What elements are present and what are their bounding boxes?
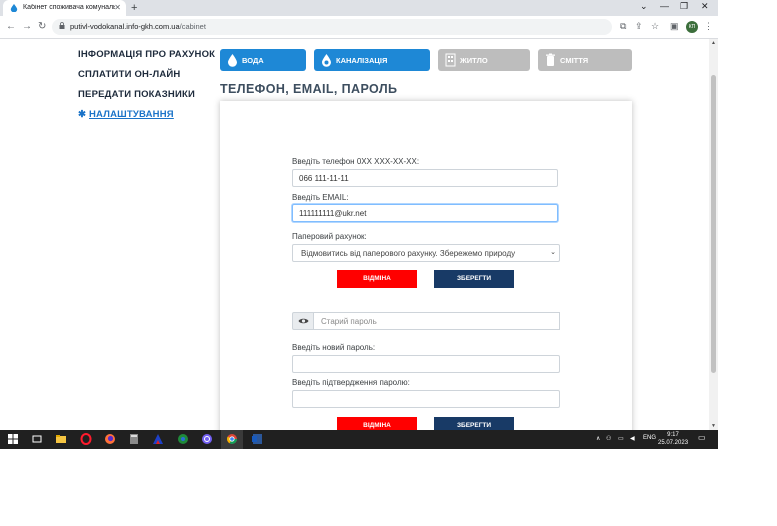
paper-bill-label: Паперовий рахунок: [292, 232, 367, 241]
email-input[interactable]: 111111111@ukr.net [292, 204, 558, 222]
service-housing-button[interactable]: ЖИТЛО [438, 49, 530, 71]
minimize-icon[interactable]: — [660, 1, 669, 11]
share-icon[interactable]: ⇪ [635, 21, 643, 32]
reload-icon[interactable]: ↻ [38, 21, 46, 32]
eye-icon [298, 318, 309, 324]
task-view-icon[interactable] [31, 433, 43, 445]
tab-search-icon[interactable]: ⌄ [640, 1, 648, 12]
file-explorer-icon[interactable] [55, 433, 67, 445]
scroll-down-icon[interactable]: ▼ [711, 423, 716, 429]
phone-input[interactable]: 066 111-11-11 [292, 169, 558, 187]
service-water-label: ВОДА [242, 56, 264, 65]
service-housing-label: ЖИТЛО [460, 56, 488, 65]
language-indicator[interactable]: ENG [643, 435, 656, 441]
sidebar-item-settings[interactable]: ✱ НАЛАШТУВАННЯ [78, 109, 215, 129]
scrollbar-thumb[interactable] [711, 75, 716, 373]
clock-date: 25.07.2023 [658, 440, 689, 446]
url-input[interactable]: putivl-vodokanal.info-gkh.com.ua/cabinet [52, 19, 612, 35]
sidebar-item-account-info[interactable]: ІНФОРМАЦІЯ ПРО РАХУНОК [78, 49, 215, 69]
globe-app-icon[interactable] [177, 433, 189, 445]
network-icon[interactable]: ▭ [618, 435, 624, 442]
url-domain: putivl-vodokanal.info-gkh.com.ua [70, 22, 180, 31]
paper-bill-select[interactable]: Відмовитись від паперового рахунку. Збер… [292, 244, 560, 262]
browser-tab-strip: Кабінет споживача комунальн ✕ + ⌄ — ❐ ✕ [0, 0, 718, 16]
water-drop-icon [228, 54, 237, 67]
chevron-down-icon: ⌄ [550, 249, 556, 256]
tab-title: Кабінет споживача комунальн [23, 4, 115, 11]
browser-tab[interactable]: Кабінет споживача комунальн ✕ [3, 0, 126, 16]
bookmark-star-icon[interactable]: ☆ [651, 21, 659, 32]
profile-avatar[interactable]: КП [686, 21, 698, 33]
confirm-password-input[interactable] [292, 390, 560, 408]
scroll-up-icon[interactable]: ▲ [711, 40, 716, 46]
new-tab-icon[interactable]: + [131, 2, 137, 14]
sidebar-item-pay-online[interactable]: СПЛАТИТИ ОН-ЛАЙН [78, 69, 215, 89]
page-viewport: ІНФОРМАЦІЯ ПРО РАХУНОК СПЛАТИТИ ОН-ЛАЙН … [0, 39, 709, 430]
taskbar-clock[interactable]: 9:17 25.07.2023 [658, 431, 688, 447]
side-panel-icon[interactable]: ▣ [670, 21, 679, 32]
service-waste-label: СМІТТЯ [560, 56, 589, 65]
service-waste-button[interactable]: СМІТТЯ [538, 49, 632, 71]
email-label: Введіть EMAIL: [292, 193, 349, 202]
url-path: /cabinet [179, 22, 206, 31]
clock-time: 9:17 [667, 432, 679, 438]
new-password-input[interactable] [292, 355, 560, 373]
settings-card: Введіть телефон 0XX XXX-XX-XX: 066 111-1… [220, 101, 632, 430]
maximize-icon[interactable]: ❐ [680, 1, 688, 12]
close-window-icon[interactable]: ✕ [701, 1, 709, 12]
viber-icon[interactable] [201, 433, 213, 445]
page-title: ТЕЛЕФОН, EMAIL, ПАРОЛЬ [220, 82, 398, 96]
app-ab-icon[interactable] [152, 433, 164, 445]
opera-icon[interactable] [80, 433, 92, 445]
page-scrollbar[interactable]: ▲ ▼ [709, 39, 718, 430]
volume-icon[interactable]: ◀ [630, 435, 635, 442]
service-water-button[interactable]: ВОДА [220, 49, 306, 71]
old-password-input[interactable]: Старий пароль [314, 312, 560, 330]
windows-taskbar: ∧ ⚇ ▭ ◀ ENG 9:17 25.07.2023 ▭ [0, 430, 718, 449]
notification-icon[interactable]: ▭ [698, 433, 706, 442]
phone-label: Введіть телефон 0XX XXX-XX-XX: [292, 157, 420, 166]
windows-start-icon[interactable] [8, 434, 18, 444]
sewage-icon [322, 54, 331, 67]
confirm-password-label: Введіть підтвердження паролю: [292, 378, 410, 387]
tray-overflow-icon[interactable]: ∧ [596, 435, 600, 442]
building-icon [445, 53, 456, 67]
password-save-button[interactable]: ЗБЕРЕГТИ [434, 417, 514, 430]
water-drop-favicon-icon [10, 4, 18, 12]
address-bar-row: ← → ↻ putivl-vodokanal.info-gkh.com.ua/c… [0, 16, 718, 39]
show-password-toggle[interactable] [292, 312, 314, 330]
browser-menu-icon[interactable]: ⋮ [704, 21, 713, 32]
trash-bin-icon [546, 53, 555, 66]
contact-cancel-button[interactable]: ВІДМІНА [337, 270, 417, 288]
back-icon[interactable]: ← [6, 21, 16, 32]
close-tab-icon[interactable]: ✕ [114, 3, 121, 12]
people-icon[interactable]: ⚇ [606, 435, 611, 442]
service-sewage-label: КАНАЛІЗАЦІЯ [336, 56, 388, 65]
word-icon[interactable] [251, 433, 263, 445]
new-password-label: Введіть новий пароль: [292, 343, 376, 352]
contact-save-button[interactable]: ЗБЕРЕГТИ [434, 270, 514, 288]
password-cancel-button[interactable]: ВІДМІНА [337, 417, 417, 430]
sidebar-item-settings-label: НАЛАШТУВАННЯ [89, 109, 174, 120]
service-sewage-button[interactable]: КАНАЛІЗАЦІЯ [314, 49, 430, 71]
gear-icon: ✱ [78, 109, 89, 120]
firefox-icon[interactable] [104, 433, 116, 445]
calculator-icon[interactable] [128, 433, 140, 445]
account-sidebar: ІНФОРМАЦІЯ ПРО РАХУНОК СПЛАТИТИ ОН-ЛАЙН … [78, 49, 215, 129]
lock-icon [59, 22, 65, 29]
paper-bill-selected-value: Відмовитись від паперового рахунку. Збер… [301, 249, 516, 258]
sidebar-item-submit-readings[interactable]: ПЕРЕДАТИ ПОКАЗНИКИ [78, 89, 215, 109]
url-text: putivl-vodokanal.info-gkh.com.ua/cabinet [70, 22, 206, 31]
forward-icon[interactable]: → [22, 21, 32, 32]
chrome-icon[interactable] [226, 433, 238, 445]
translate-icon[interactable]: ⧉ [620, 21, 626, 32]
